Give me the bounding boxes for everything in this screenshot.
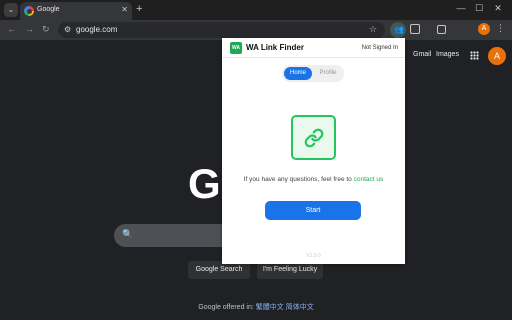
images-link[interactable]: Images	[436, 51, 459, 58]
wa-logo-icon: WA	[230, 42, 242, 54]
browser-toolbar: ← → ↻ ⚙ google.com ☆	[0, 20, 512, 40]
wa-link-finder-popup: WA WA Link Finder Not Signed In Home Pro…	[222, 38, 405, 264]
gmail-link[interactable]: Gmail	[413, 51, 431, 58]
tab-search-icon[interactable]: ⌄	[4, 3, 18, 17]
tab-home[interactable]: Home	[284, 67, 312, 80]
popup-header: WA WA Link Finder Not Signed In	[222, 38, 405, 58]
language-offer-label: Google offered in:	[198, 304, 254, 311]
tab-title: Google	[37, 6, 60, 13]
version-label: V1.0.0	[306, 253, 321, 259]
lang-simplified-chinese-link[interactable]: 简体中文	[286, 304, 314, 311]
new-tab-button[interactable]: +	[136, 3, 142, 15]
people-icon: 👥	[394, 25, 404, 34]
language-offer: Google offered in: 繁體中文 简体中文	[0, 302, 512, 312]
link-tile	[291, 115, 336, 160]
link-icon	[304, 128, 324, 148]
start-button[interactable]: Start	[265, 201, 361, 220]
help-message-text: If you have any questions, feel free to	[243, 176, 352, 183]
profile-button[interactable]: A	[478, 23, 490, 35]
google-apps-icon[interactable]	[470, 51, 479, 60]
close-window-button[interactable]: ✕	[491, 3, 505, 14]
avatar[interactable]: A	[488, 47, 506, 65]
contact-us-link[interactable]: contact us	[354, 176, 384, 183]
back-button[interactable]: ←	[7, 24, 16, 34]
wa-extension-icon[interactable]: 👥	[390, 22, 406, 38]
search-icon: 🔍	[122, 229, 134, 239]
site-info-icon[interactable]: ⚙	[64, 25, 71, 34]
popup-tab-switcher: Home Profile	[282, 65, 344, 82]
bookmark-star-icon[interactable]: ☆	[369, 24, 377, 35]
popup-title: WA Link Finder	[246, 43, 304, 52]
chrome-menu-icon[interactable]: ⋮	[496, 23, 505, 34]
address-bar[interactable]: ⚙ google.com ☆	[58, 22, 385, 38]
google-logo: G	[188, 160, 221, 207]
url-text[interactable]: google.com	[76, 25, 117, 34]
extensions-puzzle-icon[interactable]	[410, 24, 420, 34]
reload-button[interactable]: ↻	[42, 24, 50, 35]
minimize-button[interactable]: —	[454, 3, 468, 13]
lang-traditional-chinese-link[interactable]: 繁體中文	[256, 304, 284, 311]
forward-button[interactable]: →	[25, 24, 34, 34]
sign-in-status: Not Signed In	[361, 45, 398, 51]
tab-profile[interactable]: Profile	[314, 67, 342, 80]
tab-close-icon[interactable]: ✕	[121, 5, 128, 14]
maximize-button[interactable]: ☐	[472, 3, 486, 14]
tab-google[interactable]: Google ✕	[20, 2, 132, 20]
help-message: If you have any questions, feel free to …	[222, 176, 405, 183]
side-panel-icon[interactable]	[437, 25, 446, 34]
tab-strip: ⌄ Google ✕ + — ☐ ✕	[0, 0, 512, 20]
google-favicon-icon	[24, 6, 34, 16]
